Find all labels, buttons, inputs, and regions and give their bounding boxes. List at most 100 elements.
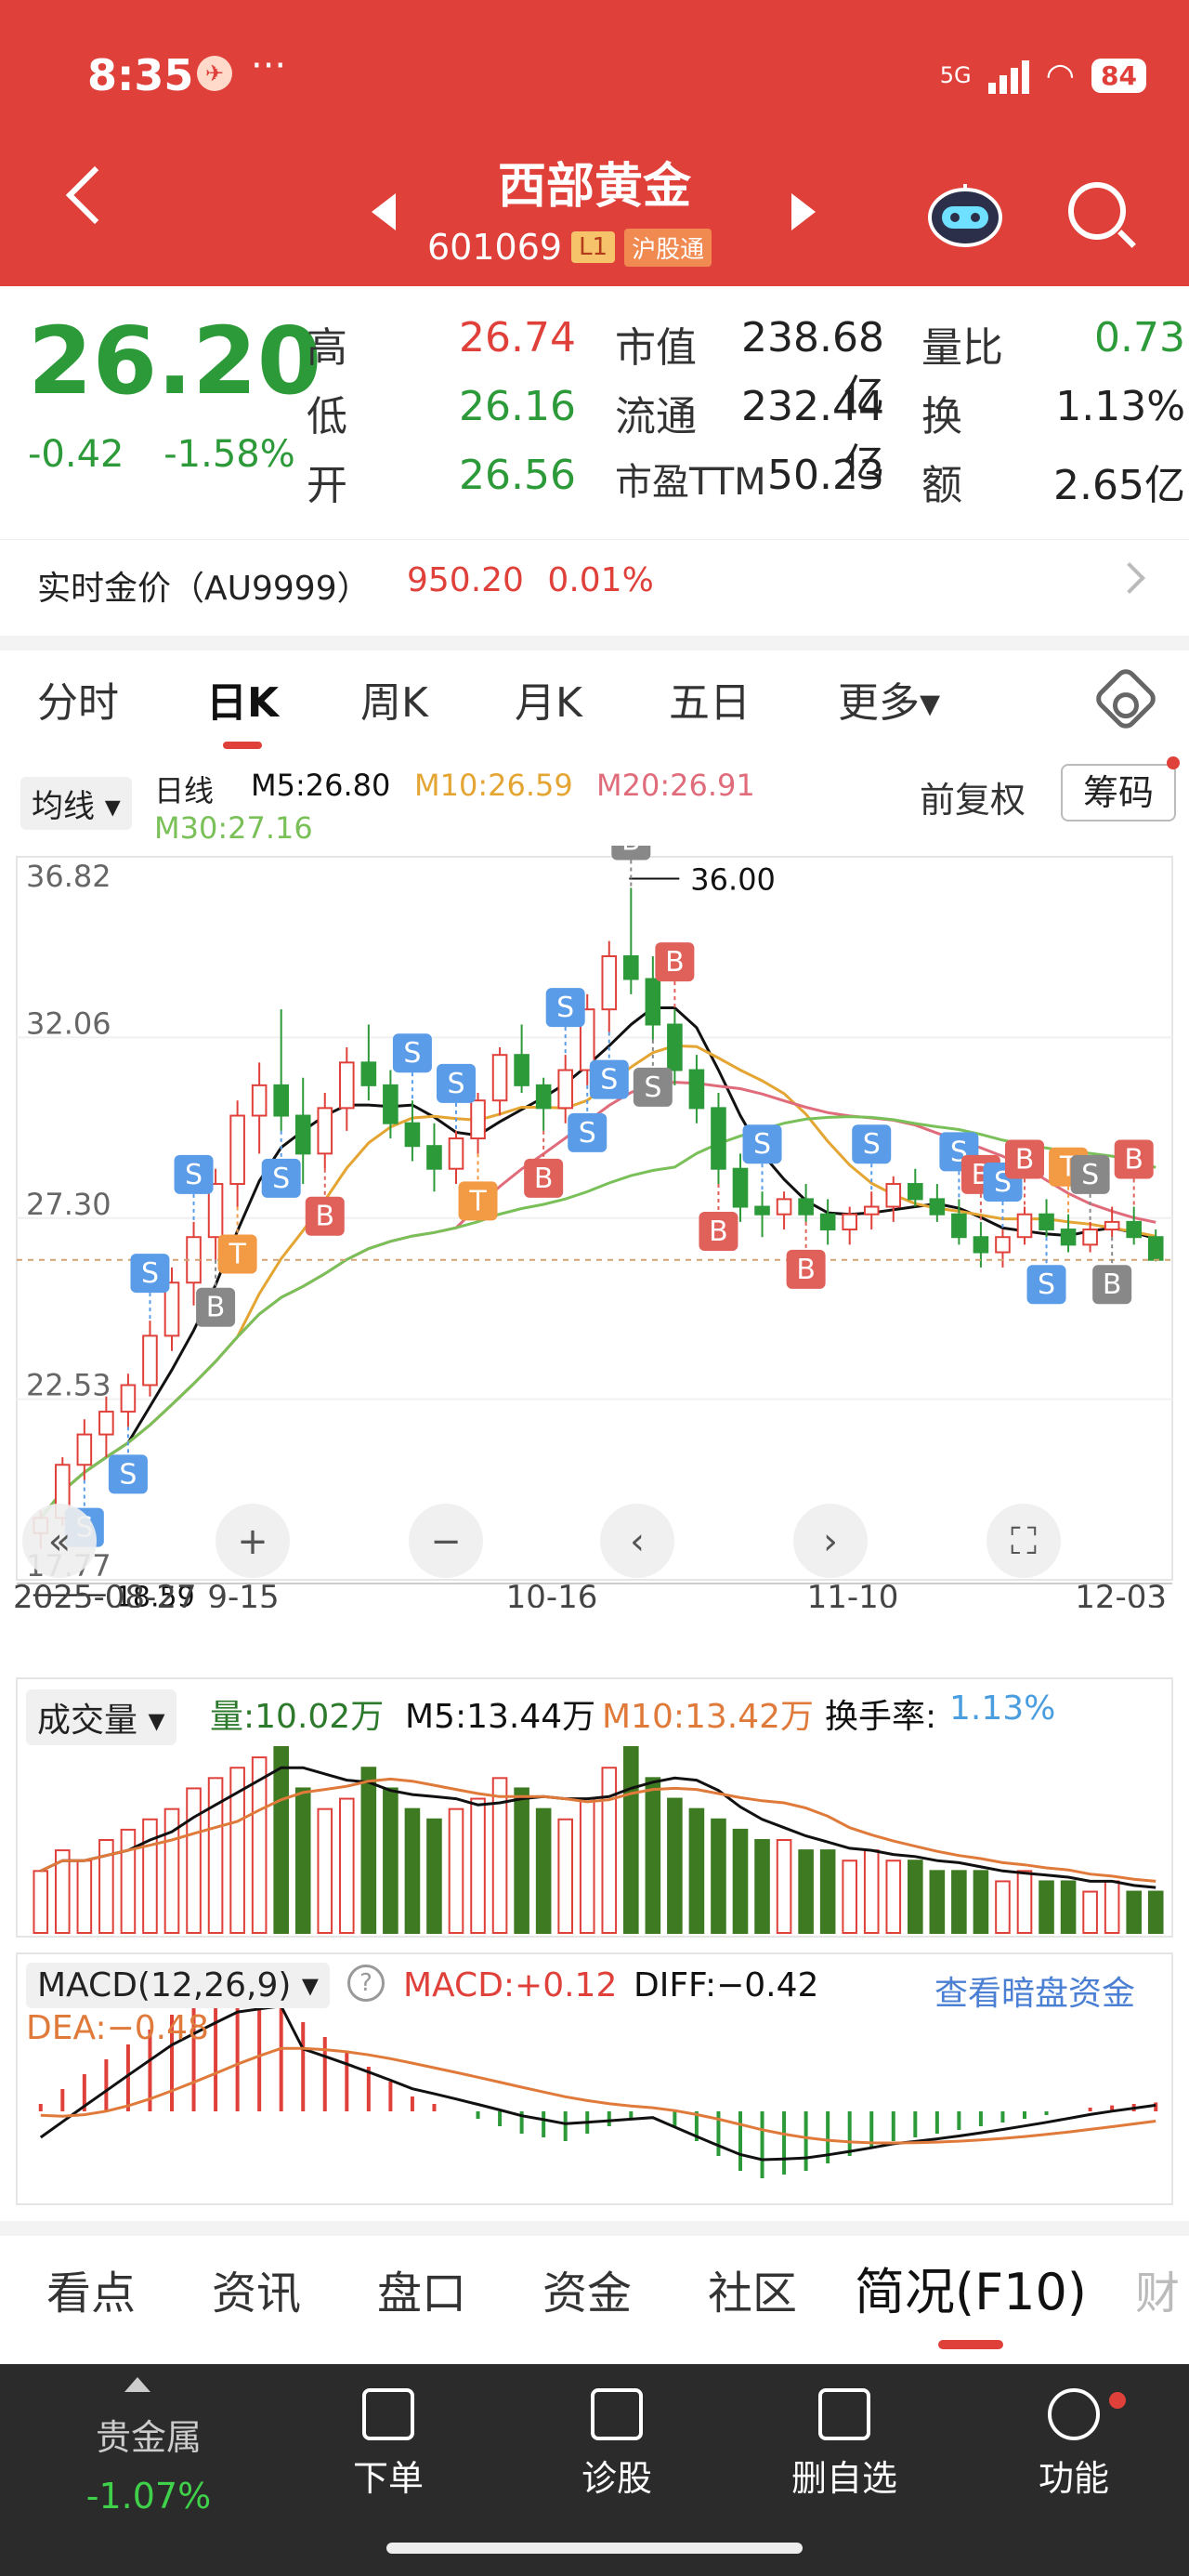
remove-label: 删自选	[790, 2458, 897, 2499]
float-label: 流通	[615, 393, 697, 440]
more-status-icon: ···	[251, 45, 287, 87]
x-tick-label: 2025-08-27	[13, 1579, 197, 1608]
dark-pool-link[interactable]: 查看暗盘资金	[934, 1966, 1135, 2015]
signal-label: S	[1081, 1159, 1099, 1191]
robot-assistant-icon[interactable]	[925, 180, 1005, 249]
indicator-select[interactable]: 均线 ▾	[20, 777, 132, 830]
volume-indicator-select[interactable]: 成交量 ▾	[26, 1689, 176, 1745]
caret-up-icon[interactable]	[124, 2377, 150, 2392]
tab-daily-k[interactable]: 日K	[206, 669, 279, 729]
gold-percent: 0.01%	[547, 561, 654, 599]
tab-monthly-k[interactable]: 月K	[515, 669, 582, 729]
remove-watchlist-button[interactable]: 删自选	[775, 2388, 914, 2501]
signal-label: B	[621, 846, 641, 857]
volume-bar	[404, 1807, 421, 1934]
tab-intraday[interactable]: 分时	[37, 669, 119, 729]
home-indicator[interactable]	[386, 2543, 803, 2554]
volume-bar	[448, 1807, 464, 1934]
kline-chart[interactable]: 36.8232.0627.3022.5317.7736.0018.59SSSSB…	[0, 846, 1189, 1608]
tab-community[interactable]: 社区	[708, 2256, 797, 2321]
signal-label: S	[119, 1458, 137, 1491]
candle-body	[645, 978, 661, 1026]
signal-label: S	[556, 992, 574, 1024]
volume-bar	[33, 1870, 49, 1934]
signal-label: S	[141, 1257, 159, 1290]
signal-label: S	[863, 1128, 881, 1161]
candle-body	[842, 1213, 857, 1231]
tab-funds[interactable]: 资金	[542, 2256, 632, 2321]
volume-bar	[294, 1787, 311, 1934]
volume-bar	[688, 1807, 705, 1934]
volume-m5: M5:13.44万	[405, 1698, 596, 1736]
macd-indicator-select[interactable]: MACD(12,26,9) ▾	[26, 1963, 330, 2008]
section-divider-bottom	[0, 2221, 1189, 2236]
candle-body	[360, 1061, 377, 1086]
tab-orderbook[interactable]: 盘口	[377, 2256, 466, 2321]
tab-weekly-k[interactable]: 周K	[360, 669, 428, 729]
ma10-value: M10:26.59	[414, 768, 573, 803]
volume-m10: M10:13.42万	[602, 1698, 815, 1736]
candle-body	[273, 1084, 289, 1117]
volume-bar	[711, 1818, 726, 1934]
tab-highlights[interactable]: 看点	[46, 2256, 136, 2321]
search-icon[interactable]	[1068, 182, 1126, 240]
volume-bar	[142, 1818, 158, 1934]
ma5-value: M5:26.80	[251, 768, 391, 803]
candle-body	[1147, 1236, 1164, 1261]
help-icon[interactable]: ?	[347, 1965, 385, 2002]
prev-stock-icon[interactable]	[372, 193, 396, 230]
volume-bar	[383, 1787, 399, 1934]
active-tab-underline	[223, 742, 262, 749]
volume-bar	[514, 1787, 529, 1934]
volume-bar	[339, 1797, 355, 1934]
volume-bar	[842, 1860, 857, 1935]
tab-more[interactable]: 更多▾	[838, 669, 940, 729]
candle-body	[535, 1084, 552, 1110]
collapse-icon-glyph: «	[48, 1520, 71, 1563]
signal-label: B	[796, 1254, 816, 1286]
y-tick-label: 32.06	[26, 1005, 111, 1041]
notification-dot	[1167, 756, 1180, 769]
menu-icon	[1048, 2388, 1100, 2440]
chips-button[interactable]: 筹码	[1061, 764, 1176, 821]
vol-ratio-label: 量比	[921, 324, 1003, 372]
volume-bar	[973, 1870, 989, 1934]
candle-body	[754, 1205, 770, 1216]
scroll-left-icon-glyph: ‹	[630, 1520, 645, 1563]
volume-bar	[667, 1797, 683, 1934]
signal-label: S	[272, 1163, 290, 1195]
candle-body	[557, 1069, 573, 1110]
candle-body	[819, 1213, 836, 1231]
sector-name[interactable]: 贵金属	[56, 2409, 242, 2460]
tab-f10[interactable]: 简况(F10)	[855, 2251, 1087, 2324]
candle-body	[98, 1411, 114, 1436]
candle-body	[973, 1236, 989, 1254]
candle-body	[863, 1205, 880, 1216]
candle-body	[667, 1023, 683, 1071]
candle-body	[251, 1084, 268, 1117]
volume-bar	[360, 1767, 377, 1934]
tab-news[interactable]: 资讯	[212, 2256, 301, 2321]
gold-label: 实时金价（AU9999）	[37, 570, 371, 608]
candle-body	[623, 955, 639, 980]
amount-value: 2.65亿	[1053, 462, 1185, 509]
signal-label: S	[579, 1117, 596, 1150]
tab-finance[interactable]: 财	[1135, 2256, 1180, 2321]
last-price: 26.20	[28, 307, 322, 415]
amount-label: 额	[921, 462, 962, 509]
y-tick-label: 36.82	[26, 859, 111, 894]
stock-name: 西部黄金	[497, 159, 691, 215]
adjust-mode[interactable]: 前复权	[920, 771, 1026, 822]
candle-body	[951, 1213, 967, 1239]
next-stock-icon[interactable]	[791, 193, 816, 230]
diagnose-button[interactable]: 诊股	[561, 2388, 673, 2501]
turnover-label: 换	[921, 393, 962, 440]
zoom-in-icon-glyph: +	[237, 1520, 268, 1563]
candle-body	[1060, 1229, 1077, 1246]
open-label: 开	[307, 462, 347, 509]
tab-five-day[interactable]: 五日	[669, 669, 751, 729]
order-button[interactable]: 下单	[333, 2388, 444, 2501]
chart-settings-icon[interactable]	[1091, 664, 1160, 733]
signal-label: B	[709, 1216, 728, 1248]
app-header: 8:35 ✈ ··· 5G ◠ 84 西部黄金 601069 L1 沪股通	[0, 0, 1189, 286]
